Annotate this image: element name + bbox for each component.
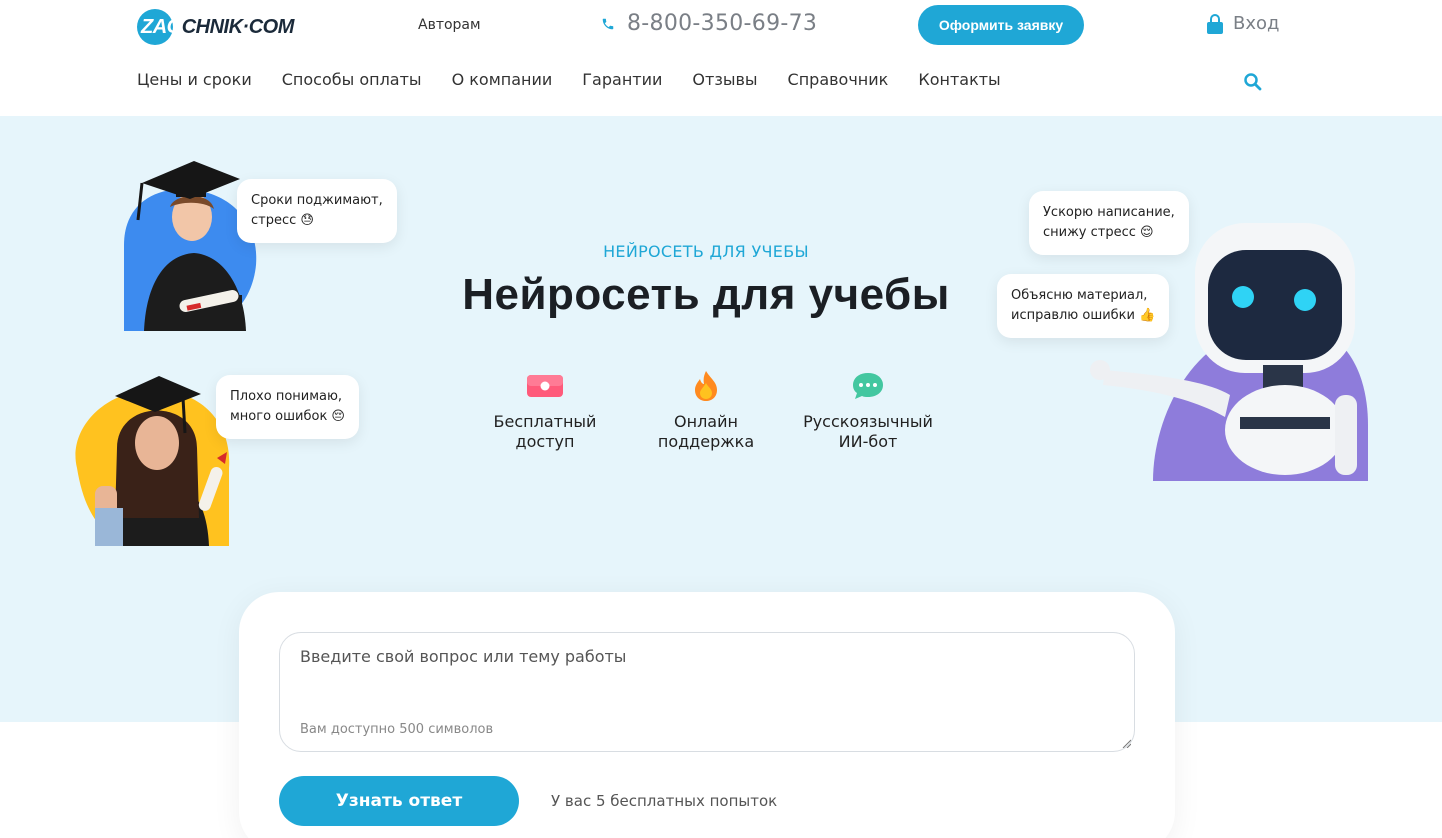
phone-number[interactable]: 8-800-350-69-73 xyxy=(627,11,817,36)
login-link[interactable]: Вход xyxy=(1207,13,1279,34)
feature-online-support: Онлайн поддержка xyxy=(626,370,786,452)
feature-russian-bot: Русскоязычный ИИ-бот xyxy=(788,370,948,452)
nav-item-reviews[interactable]: Отзывы xyxy=(692,70,757,89)
logo-text: ZAOCHNIK·COM xyxy=(141,15,294,38)
nav-item-payment[interactable]: Способы оплаты xyxy=(282,70,422,89)
nav-item-prices[interactable]: Цены и сроки xyxy=(137,70,252,89)
question-field-wrapper: Вам доступно 500 символов xyxy=(279,632,1135,752)
nav-item-about[interactable]: О компании xyxy=(452,70,553,89)
student-female-illustration xyxy=(75,376,230,546)
get-answer-button[interactable]: Узнать ответ xyxy=(279,776,519,826)
feature-free-access: Бесплатный доступ xyxy=(465,370,625,452)
fire-icon xyxy=(695,371,717,401)
resize-grip-icon[interactable] xyxy=(1121,738,1131,748)
site-header: ZAOCHNIK·COM Авторам 8-800-350-69-73 Офо… xyxy=(0,0,1442,116)
bubble-robot-bottom: Объясню материал, исправлю ошибки 👍 xyxy=(997,274,1170,338)
nav-item-contacts[interactable]: Контакты xyxy=(918,70,1000,89)
phone-contact[interactable]: 8-800-350-69-73 xyxy=(601,11,817,36)
site-logo[interactable]: ZAOCHNIK·COM xyxy=(137,9,294,45)
lock-icon xyxy=(1207,13,1223,34)
char-limit-hint: Вам доступно 500 символов xyxy=(300,722,494,737)
search-icon[interactable] xyxy=(1243,72,1263,92)
chat-icon xyxy=(853,373,883,399)
free-attempts-text: У вас 5 бесплатных попыток xyxy=(551,792,778,810)
question-input[interactable] xyxy=(300,647,1100,707)
phone-icon xyxy=(602,18,614,29)
bubble-student-female: Плохо понимаю, много ошибок 😔 xyxy=(216,375,359,439)
question-form-card: Вам доступно 500 символов Узнать ответ У… xyxy=(239,592,1175,838)
main-nav: Цены и сроки Способы оплаты О компании Г… xyxy=(137,70,1031,89)
ticket-icon xyxy=(527,375,563,397)
authors-link[interactable]: Авторам xyxy=(418,17,481,33)
nav-item-reference[interactable]: Справочник xyxy=(788,70,889,89)
submit-request-button[interactable]: Оформить заявку xyxy=(918,5,1084,45)
bubble-robot-top: Ускорю написание, снижу стресс 😌 xyxy=(1029,191,1189,255)
bubble-student-male: Сроки поджимают, стресс 😓 xyxy=(237,179,397,243)
features-list: Бесплатный доступ Онлайн поддержка Русск… xyxy=(475,370,955,460)
login-label[interactable]: Вход xyxy=(1233,13,1279,34)
nav-item-guarantees[interactable]: Гарантии xyxy=(582,70,662,89)
